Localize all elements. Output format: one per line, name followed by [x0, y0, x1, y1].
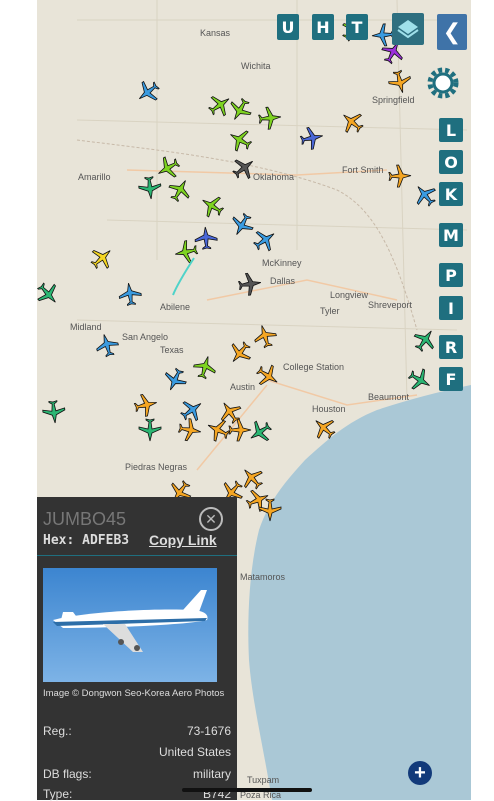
settings-button[interactable] [424, 64, 462, 102]
callsign: JUMBO45 [43, 509, 127, 529]
home-indicator [182, 788, 312, 792]
airplane-icon[interactable] [176, 416, 204, 444]
airplane-icon[interactable] [388, 164, 413, 189]
registration-row: Reg.: 73-1676 [43, 724, 231, 738]
city-label: McKinney [262, 258, 302, 268]
side-button-i[interactable]: I [439, 296, 463, 320]
side-button-r[interactable]: R [439, 335, 463, 359]
dbflags-label: DB flags: [43, 767, 92, 781]
city-label: Texas [160, 345, 184, 355]
side-button-p[interactable]: P [439, 263, 463, 287]
close-icon: ✕ [205, 510, 217, 527]
airplane-icon[interactable] [258, 498, 282, 522]
side-button-m[interactable]: M [439, 223, 463, 247]
side-button-f[interactable]: F [439, 367, 463, 391]
collapse-sidebar-button[interactable]: ❮ [437, 14, 467, 50]
divider [37, 555, 237, 556]
zoom-in-button[interactable]: + [408, 761, 432, 785]
reg-value: 73-1676 [186, 724, 231, 738]
dbflags-row: DB flags: military [43, 767, 231, 781]
city-label: Oklahoma [253, 172, 295, 182]
country-value: United States [158, 745, 231, 759]
city-label: Shreveport [368, 300, 413, 310]
plus-icon: + [414, 761, 426, 784]
city-label: Springfield [372, 95, 415, 105]
city-label: Tuxpam [247, 775, 280, 785]
t-button[interactable]: T [346, 14, 368, 40]
aircraft-photo[interactable] [43, 568, 217, 682]
city-label: Midland [70, 322, 102, 332]
reg-label: Reg.: [43, 724, 72, 738]
photo-credit: Image © Dongwon Seo-Korea Aero Photos [43, 688, 225, 699]
layers-button[interactable] [392, 13, 424, 45]
side-button-k[interactable]: K [439, 182, 463, 206]
type-label: Type: [43, 787, 73, 801]
city-label: Dallas [270, 276, 296, 286]
dbflags-value: military [193, 767, 231, 781]
airplane-photo-icon [53, 590, 208, 652]
airplane-icon[interactable] [298, 124, 326, 152]
city-label: San Angelo [122, 332, 169, 342]
city-label: Piedras Negras [125, 462, 188, 472]
airplane-icon[interactable] [236, 270, 263, 297]
city-label: Fort Smith [342, 165, 384, 175]
hex-label: Hex: [43, 533, 75, 548]
layers-icon [397, 20, 419, 39]
chevron-left-icon: ❮ [442, 19, 462, 45]
airplane-icon[interactable] [257, 105, 283, 131]
aircraft-info-panel: JUMBO45 ✕ Hex: ADFEB3 Copy Link Image © … [37, 497, 237, 801]
close-button[interactable]: ✕ [199, 507, 223, 531]
airplane-icon[interactable] [138, 418, 162, 442]
side-button-l[interactable]: L [439, 118, 463, 142]
airplane-icon[interactable] [41, 399, 67, 425]
gear-icon [427, 67, 459, 99]
side-button-o[interactable]: O [439, 150, 463, 174]
city-label: College Station [283, 362, 345, 372]
u-button[interactable]: U [277, 14, 299, 40]
city-label: Houston [312, 404, 346, 414]
city-label: Beaumont [368, 392, 410, 402]
copy-link[interactable]: Copy Link [149, 532, 217, 548]
city-label: Matamoros [240, 572, 286, 582]
h-button[interactable]: H [312, 14, 334, 40]
city-label: Kansas [200, 28, 231, 38]
city-label: Longview [330, 290, 369, 300]
city-label: Wichita [241, 61, 271, 71]
airplane-icon[interactable] [116, 280, 143, 307]
airplane-icon[interactable] [172, 238, 200, 266]
airplane-icon[interactable] [137, 175, 163, 201]
city-label: Tyler [320, 306, 340, 316]
city-label: Austin [230, 382, 256, 392]
city-label: Abilene [160, 302, 191, 312]
city-label: Amarillo [78, 172, 111, 182]
hex-value: ADFEB3 [82, 533, 130, 548]
